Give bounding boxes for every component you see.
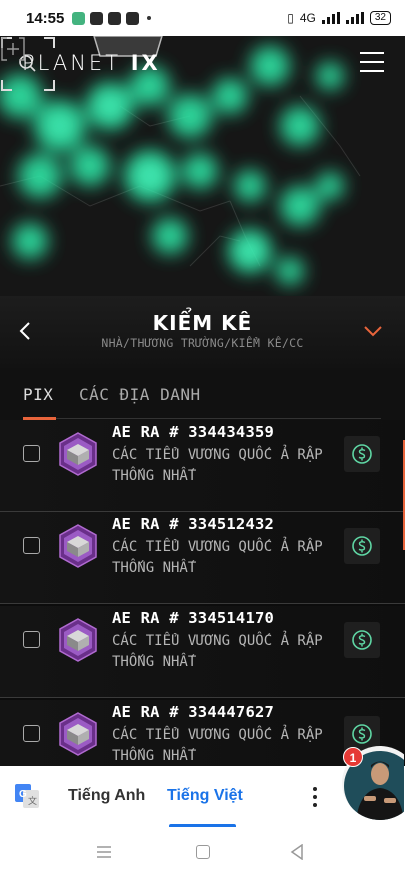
signal-icon <box>321 12 340 24</box>
system-nav-bar <box>0 828 405 878</box>
hamburger-icon[interactable] <box>360 52 384 72</box>
select-checkbox[interactable] <box>23 725 40 742</box>
item-title: AE RA # 334512432 <box>112 515 275 533</box>
status-time: 14:55 <box>26 9 65 27</box>
page-title: KIỂM KÊ <box>152 311 253 335</box>
target-language-indicator <box>169 824 236 827</box>
world-map[interactable]: PLANET IX <box>0 36 405 296</box>
recents-icon[interactable] <box>96 845 112 859</box>
expand-icon[interactable] <box>0 36 26 62</box>
dollar-circle-icon <box>352 724 372 744</box>
tab-bar: PIX CÁC ĐỊA DANH <box>0 368 405 420</box>
svg-text:G: G <box>19 789 27 800</box>
svg-text:文: 文 <box>28 795 37 806</box>
land-tile-icon <box>58 618 98 662</box>
list-item[interactable]: AE RA # 334514170 CÁC TIỂU VƯƠNG QUỐC Ả R… <box>0 606 405 698</box>
tab-divider <box>23 418 381 419</box>
notification-app-icon <box>90 11 104 25</box>
notification-app-icon <box>108 11 122 25</box>
notification-app-icon <box>126 11 140 25</box>
status-bar: 14:55 ▯ 4G 32 <box>0 0 405 36</box>
dollar-circle-icon <box>352 444 372 464</box>
logo-suffix: IX <box>130 51 161 75</box>
land-tile-icon <box>58 712 98 756</box>
more-options-icon[interactable] <box>312 787 318 807</box>
item-subtitle: CÁC TIỂU VƯƠNG QUỐC Ả RẬP THỐNG NHẤT <box>112 727 323 764</box>
item-title: AE RA # 334514170 <box>112 609 275 627</box>
notification-badge: 1 <box>343 747 363 767</box>
item-subtitle: CÁC TIỂU VƯƠNG QUỐC Ả RẬP THỐNG NHẤT <box>112 447 323 484</box>
chevron-down-icon[interactable] <box>362 324 384 338</box>
item-title: AE RA # 334434359 <box>112 423 275 441</box>
breadcrumb: NHÀ/THƯƠNG TRƯỜNG/KIỂM KÊ/CC <box>101 336 304 350</box>
item-title: AE RA # 334447627 <box>112 703 275 721</box>
back-icon[interactable] <box>290 844 304 860</box>
tab-pix[interactable]: PIX <box>23 385 53 404</box>
network-label: 4G <box>299 11 316 25</box>
land-tile-icon <box>58 524 98 568</box>
select-checkbox[interactable] <box>23 445 40 462</box>
vibrate-icon: ▯ <box>287 11 294 25</box>
tab-places[interactable]: CÁC ĐỊA DANH <box>79 385 201 404</box>
source-language-tab[interactable]: Tiếng Anh <box>68 787 145 805</box>
select-checkbox[interactable] <box>23 537 40 554</box>
item-subtitle: CÁC TIỂU VƯƠNG QUỐC Ả RẬP THỐNG NHẤT <box>112 633 323 670</box>
sell-button[interactable] <box>344 436 380 472</box>
map-graphic <box>0 36 405 296</box>
item-subtitle: CÁC TIỂU VƯƠNG QUỐC Ả RẬP THỐNG NHẤT <box>112 539 323 576</box>
home-icon[interactable] <box>196 845 210 859</box>
list-item[interactable]: AE RA # 334434359 CÁC TIỂU VƯƠNG QUỐC Ả R… <box>0 420 405 512</box>
land-tile-icon <box>58 432 98 476</box>
select-checkbox[interactable] <box>23 631 40 648</box>
notification-app-icon <box>72 11 86 25</box>
google-translate-icon[interactable]: G 文 <box>14 783 40 809</box>
dollar-circle-icon <box>352 630 372 650</box>
target-language-tab[interactable]: Tiếng Việt <box>167 787 243 805</box>
battery-icon: 32 <box>369 11 391 25</box>
sell-button[interactable] <box>344 622 380 658</box>
notification-dot-icon <box>147 16 152 20</box>
list-item[interactable]: AE RA # 334512432 CÁC TIỂU VƯƠNG QUỐC Ả R… <box>0 512 405 604</box>
sell-button[interactable] <box>344 528 380 564</box>
inventory-list[interactable]: AE RA # 334434359 CÁC TIỂU VƯƠNG QUỐC Ả R… <box>0 420 405 766</box>
signal-icon <box>345 12 364 24</box>
page-header: KIỂM KÊ NHÀ/THƯƠNG TRƯỜNG/KIỂM KÊ/CC <box>0 296 405 368</box>
dollar-circle-icon <box>352 536 372 556</box>
